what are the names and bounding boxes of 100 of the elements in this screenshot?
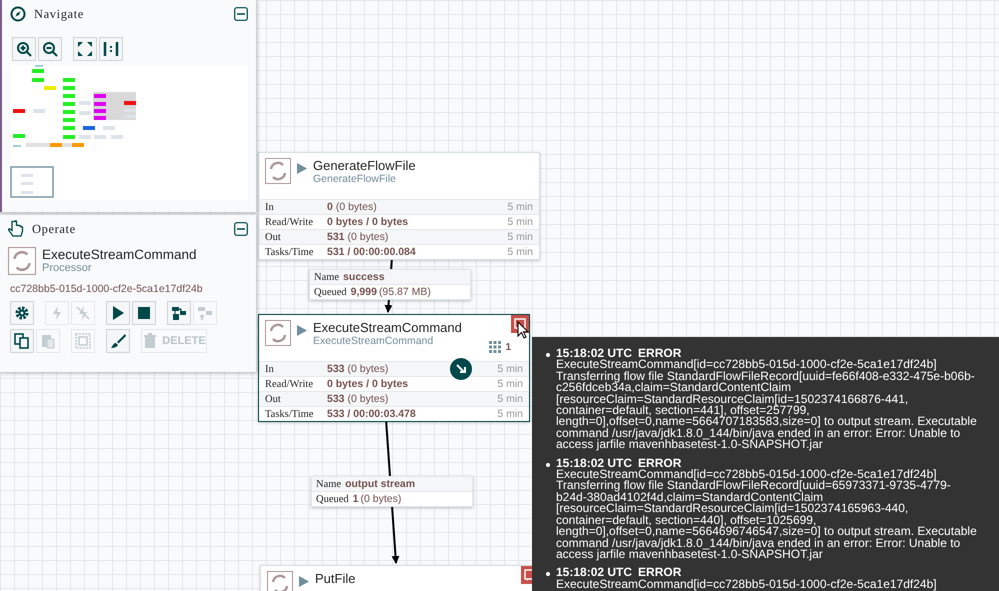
queued-size: (95.87 MB) — [378, 286, 431, 298]
fit-button[interactable] — [73, 37, 97, 61]
stop-icon — [136, 305, 152, 321]
connection-name: success — [343, 271, 385, 283]
bulletin-level: ERROR — [638, 458, 682, 470]
processor-name: ExecuteStreamCommand — [313, 320, 462, 335]
upload-blocks-icon — [197, 305, 213, 321]
paste-icon — [40, 333, 56, 349]
field-label: Queued — [314, 286, 347, 298]
component-id: cc728bb5-015d-1000-cf2e-5ca1e17df24b — [9, 282, 204, 297]
connection-label[interactable]: Name output stream Queued 1 (0 bytes) — [311, 476, 473, 507]
stat-value: 0 — [327, 201, 333, 213]
zoom-in-icon — [16, 41, 32, 57]
play-icon — [299, 576, 309, 587]
stat-value: 531 — [327, 231, 345, 243]
stop-button[interactable] — [132, 301, 156, 325]
group-square-icon — [75, 333, 91, 349]
bulletin-time: 15:18:02 UTC — [556, 348, 632, 360]
stat-period: 5 min — [497, 378, 523, 390]
processor-type: GenerateFlowFile — [313, 173, 397, 185]
stat-label: In — [265, 202, 275, 212]
collapse-icon[interactable] — [234, 7, 248, 21]
copy-button[interactable] — [10, 329, 34, 353]
stat-value: 0 bytes / 0 bytes — [327, 378, 408, 390]
processor-icon — [265, 320, 291, 346]
processor-icon — [265, 158, 291, 184]
collapse-icon[interactable] — [234, 222, 248, 236]
bullet-icon — [546, 462, 550, 467]
zoom-out-icon — [42, 41, 58, 57]
bullet-icon — [546, 572, 550, 576]
stat-period: 5 min — [507, 231, 533, 243]
bulletin-message: ExecuteStreamCommand[id=cc728bb5-015d-1000-cf2e-5ca1e17df24b] Transferring flow file StandardFlowFileRecord[uuid=fe66f408-e332-475e-b06b-c256fdceb34a,claim=StandardContentClaim [resourceClaim=StandardResourceClaim[id=1502374166876-441, container=default, section=441], offset=257799, length=0],offset=0,name=5664707183583,size=0] to output stream. Executable command /usr/java/jdk1.8.0_144/bin/java ended in an error: Error: Unable to access jarfile mavenhbasetest-1.0-SNAPSHOT.jar — [556, 359, 978, 451]
processor-card[interactable]: ExecuteStreamCommand ExecuteStreamCommand 1 In 533 (0 bytes) 5 min Read/Write 0 bytes / 0 bytes 5 min Out 533 (0 bytes) 5 min Tasks/Time 533 / 00:00:03.478 5 min — [258, 314, 530, 422]
stat-detail: (0 bytes) — [348, 231, 388, 243]
stat-period: 5 min — [507, 216, 533, 228]
processor-card[interactable]: GenerateFlowFile GenerateFlowFile In 0 (0 bytes) 5 min Read/Write 0 bytes / 0 bytes 5 min Out 531 (0 bytes) 5 min Tasks/Time 531 / 00:00:00.084 5 min — [258, 152, 540, 260]
bullet-icon — [546, 353, 550, 357]
stat-value: 0 bytes / 0 bytes — [327, 216, 408, 228]
copy-icon — [14, 333, 30, 349]
field-label: Queued — [316, 494, 349, 504]
queued-count: 9,999 — [350, 286, 377, 298]
zoom-out-button[interactable] — [38, 37, 62, 61]
stat-period: 5 min — [507, 246, 533, 258]
queued-count: 1 — [352, 493, 358, 505]
stat-period: 5 min — [497, 363, 523, 375]
stat-label: Read/Write — [265, 378, 314, 390]
panel-title: Navigate — [34, 6, 84, 22]
gear-icon — [14, 305, 30, 321]
stat-label: Tasks/Time — [265, 246, 314, 258]
stat-value: 533 — [327, 363, 345, 375]
zoom-in-button[interactable] — [12, 37, 36, 61]
processor-icon — [8, 247, 36, 275]
stat-value: 533 — [327, 393, 345, 405]
blocks-icon — [171, 305, 187, 321]
stat-value: 533 / 00:00:03.478 — [327, 408, 416, 420]
stat-detail: (0 bytes) — [348, 363, 388, 375]
brush-icon — [110, 333, 126, 349]
create-template-button[interactable] — [167, 301, 191, 325]
configure-button[interactable] — [10, 301, 34, 325]
processor-type: ExecuteStreamCommand — [313, 335, 434, 347]
actual-size-button[interactable] — [99, 37, 123, 61]
stat-label: Out — [265, 394, 282, 404]
bulletin-message: ExecuteStreamCommand[id=cc728bb5-015d-1000-cf2e-5ca1e17df24b] — [556, 578, 937, 590]
cursor-icon — [517, 321, 529, 339]
play-icon — [110, 305, 126, 321]
processor-icon — [267, 571, 293, 591]
bulletin-level: ERROR — [638, 567, 682, 579]
processor-name: PutFile — [315, 571, 356, 586]
start-button[interactable] — [106, 301, 130, 325]
play-icon — [297, 163, 307, 174]
expand-corners-icon — [77, 41, 93, 57]
bulletin-message: ExecuteStreamCommand[id=cc728bb5-015d-1000-cf2e-5ca1e17df24b] Transferring flow file StandardFlowFileRecord[uuid=65973371-9735-4779-b24d-380ad4102f4d,claim=StandardContentClaim [resourceClaim=StandardResourceClaim[id=1502374165963-440, container=default, section=440], offset=1025699, length=0],offset=0,name=5664696746547,size=0] to output stream. Executable command /usr/java/jdk1.8.0_144/bin/java ended in an error: Error: Unable to access jarfile mavenhbasetest-1.0-SNAPSHOT.jar — [556, 469, 978, 560]
compass-icon — [10, 6, 26, 22]
bulletin-level: ERROR — [638, 348, 682, 360]
bars-dots-icon — [103, 41, 119, 57]
connection-label[interactable]: Name success Queued 9,999 (95.87 MB) — [309, 269, 471, 300]
component-name: ExecuteStreamCommand — [42, 247, 197, 262]
processor-name: GenerateFlowFile — [313, 158, 416, 173]
flow-canvas[interactable] — [0, 0, 999, 591]
field-label: Name — [316, 478, 342, 490]
stat-detail: (0 bytes) — [348, 393, 388, 405]
stat-period: 5 min — [497, 393, 523, 405]
active-thread-count: 1 — [505, 342, 511, 352]
stat-period: 5 min — [507, 201, 533, 213]
field-label: Name — [314, 272, 340, 282]
stat-label: Out — [265, 232, 282, 242]
stat-detail: (0 bytes) — [336, 201, 377, 213]
stat-label: Read/Write — [265, 216, 314, 228]
stat-label: In — [265, 364, 275, 374]
grid-icon — [489, 341, 502, 353]
bulletin-time: 15:18:02 UTC — [556, 567, 632, 579]
color-button[interactable] — [106, 329, 130, 353]
bulletin-time: 15:18:02 UTC — [556, 458, 632, 470]
crossed-lightning-icon — [75, 305, 91, 321]
stat-value: 531 / 00:00:00.084 — [327, 246, 416, 258]
trash-icon — [142, 333, 158, 349]
stat-period: 5 min — [497, 408, 523, 420]
hand-pointer-icon — [8, 220, 24, 238]
connection-name: output stream — [345, 478, 416, 490]
panel-title: Operate — [32, 222, 76, 236]
